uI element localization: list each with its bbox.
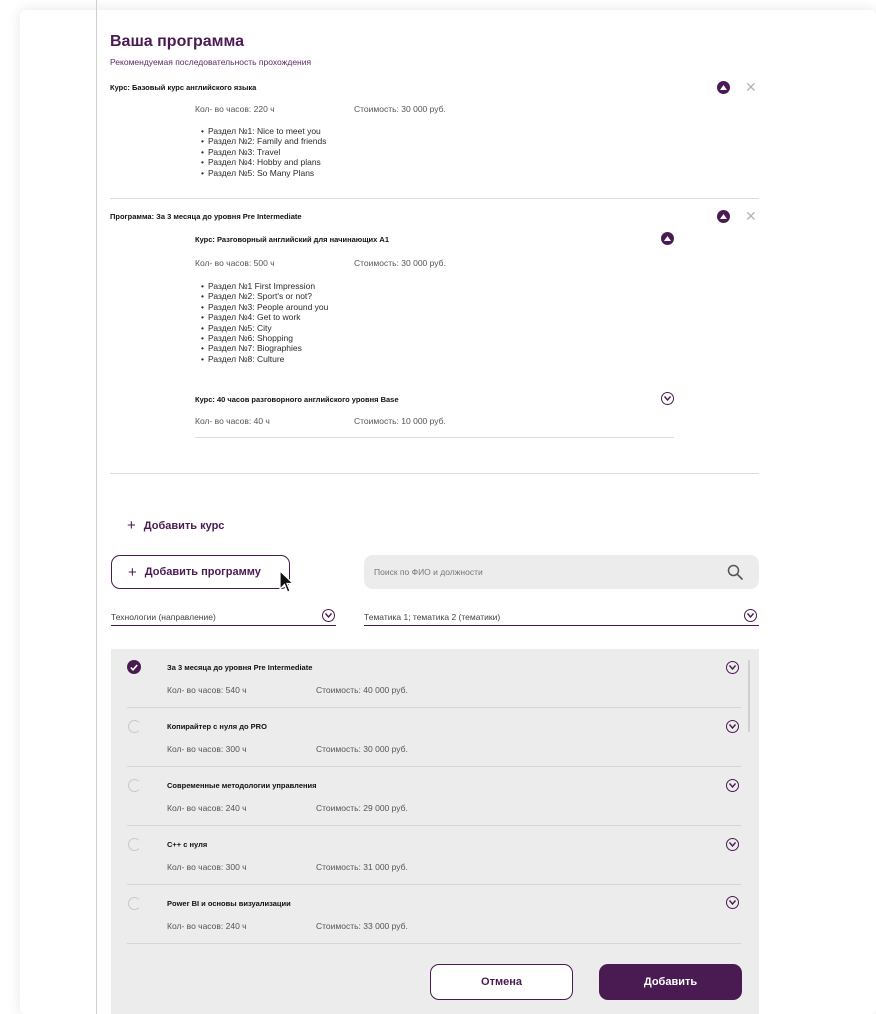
catalog-item-cost: Стоимость: 33 000 руб. [316, 921, 408, 931]
divider [127, 766, 741, 767]
section-item: Раздел №2: Sport's or not? [201, 291, 328, 301]
search-field[interactable] [364, 555, 759, 589]
course-hours: Кол- во часов: 220 ч [195, 104, 275, 114]
catalog-item-cost: Стоимость: 31 000 руб. [316, 862, 408, 872]
course-sections-list: Раздел №1 First Impression Раздел №2: Sp… [201, 281, 328, 364]
cancel-button[interactable]: Отмена [430, 964, 573, 1000]
section-item: Раздел №3: People around you [201, 302, 328, 312]
close-icon[interactable]: ✕ [745, 209, 757, 223]
direction-dropdown[interactable]: Технологии (направление) [111, 607, 336, 626]
section-item: Раздел №8: Culture [201, 354, 328, 364]
divider [127, 707, 741, 708]
section-item: Раздел №1 First Impression [201, 281, 328, 291]
section-item: Раздел №1: Nice to meet you [201, 126, 326, 136]
section-item: Раздел №4: Hobby and plans [201, 157, 326, 167]
course-cost: Стоимость: 30 000 руб. [354, 104, 446, 114]
plus-icon: + [127, 517, 136, 534]
section-item: Раздел №3: Travel [201, 147, 326, 157]
nested-course-title: Курс: 40 часов разговорного английского … [195, 395, 399, 404]
search-input[interactable] [374, 563, 694, 581]
catalog-item-hours: Кол- во часов: 300 ч [167, 862, 247, 872]
section-item: Раздел №4: Get to work [201, 312, 328, 322]
course-cost: Стоимость: 10 000 руб. [354, 416, 446, 426]
divider [127, 943, 741, 944]
program-title: Программа: За 3 месяца до уровня Pre Int… [110, 212, 302, 221]
catalog-item-title: Power BI и основы визуализации [167, 899, 291, 908]
cursor-icon [279, 570, 295, 593]
divider [127, 884, 741, 885]
catalog-checkbox-checked[interactable] [127, 660, 141, 674]
course-hours: Кол- во часов: 500 ч [195, 258, 275, 268]
catalog-item-cost: Стоимость: 29 000 руб. [316, 803, 408, 813]
divider [127, 825, 741, 826]
catalog-item-hours: Кол- во часов: 540 ч [167, 685, 247, 695]
add-course-label: Добавить курс [143, 519, 225, 532]
catalog-radio[interactable] [128, 779, 141, 792]
course-title: Курс: Базовый курс английского языка [110, 83, 257, 92]
divider [195, 437, 674, 438]
add-program-label: Добавить программу [144, 566, 261, 578]
catalog-item-title: Копирайтер с нуля до PRO [167, 722, 267, 731]
catalog-item-hours: Кол- во часов: 240 ч [167, 921, 247, 931]
chevron-down-icon[interactable] [726, 838, 739, 851]
section-item: Раздел №6: Shopping [201, 333, 328, 343]
catalog-item-hours: Кол- во часов: 240 ч [167, 803, 247, 813]
topics-dropdown-label: Тематика 1; тематика 2 (тематики) [364, 612, 501, 622]
chevron-down-icon [322, 609, 335, 622]
section-item: Раздел №7: Biographies [201, 343, 328, 353]
catalog-item-cost: Стоимость: 30 000 руб. [316, 744, 408, 754]
course-cost: Стоимость: 30 000 руб. [354, 258, 446, 268]
nested-course-title: Курс: Разговорный английский для начинаю… [195, 235, 389, 244]
search-icon[interactable] [727, 564, 743, 580]
catalog-panel [111, 649, 759, 1014]
chevron-up-icon[interactable] [717, 81, 730, 94]
add-course-button[interactable]: + Добавить курс [127, 517, 224, 534]
catalog-radio[interactable] [128, 838, 141, 851]
chevron-down-icon[interactable] [726, 779, 739, 792]
course-sections-list: Раздел №1: Nice to meet you Раздел №2: F… [201, 126, 326, 178]
course-hours: Кол- во часов: 40 ч [195, 416, 270, 426]
chevron-up-icon[interactable] [717, 210, 730, 223]
divider [110, 198, 759, 199]
chevron-up-icon[interactable] [661, 232, 674, 245]
chevron-down-icon[interactable] [726, 661, 739, 674]
topics-dropdown[interactable]: Тематика 1; тематика 2 (тематики) [364, 607, 759, 626]
close-icon[interactable]: ✕ [745, 80, 757, 94]
catalog-radio[interactable] [128, 720, 141, 733]
chevron-down-icon[interactable] [726, 720, 739, 733]
chevron-down-icon[interactable] [726, 896, 739, 909]
plus-icon: + [128, 563, 137, 581]
section-item: Раздел №5: So Many Plans [201, 168, 326, 178]
chevron-down-icon[interactable] [661, 392, 674, 405]
left-divider [96, 0, 97, 1014]
add-program-button[interactable]: + Добавить программу [111, 555, 290, 589]
page-subtitle: Рекомендуемая последовательность прохожд… [110, 57, 312, 67]
scrollbar[interactable] [748, 660, 750, 732]
catalog-item-hours: Кол- во часов: 300 ч [167, 744, 247, 754]
catalog-item-title: C++ с нуля [167, 840, 208, 849]
section-item: Раздел №2: Family and friends [201, 136, 326, 146]
catalog-item-title: Современные методологии управления [167, 781, 317, 790]
add-button[interactable]: Добавить [599, 964, 742, 1000]
chevron-down-icon [744, 609, 757, 622]
direction-dropdown-label: Технологии (направление) [111, 612, 216, 622]
check-circle-icon [127, 660, 141, 674]
catalog-radio[interactable] [128, 897, 141, 910]
divider [110, 473, 759, 474]
catalog-item-title: За 3 месяца до уровня Pre Intermediate [167, 663, 313, 672]
page-title: Ваша программа [110, 33, 245, 50]
section-item: Раздел №5: City [201, 323, 328, 333]
catalog-item-cost: Стоимость: 40 000 руб. [316, 685, 408, 695]
